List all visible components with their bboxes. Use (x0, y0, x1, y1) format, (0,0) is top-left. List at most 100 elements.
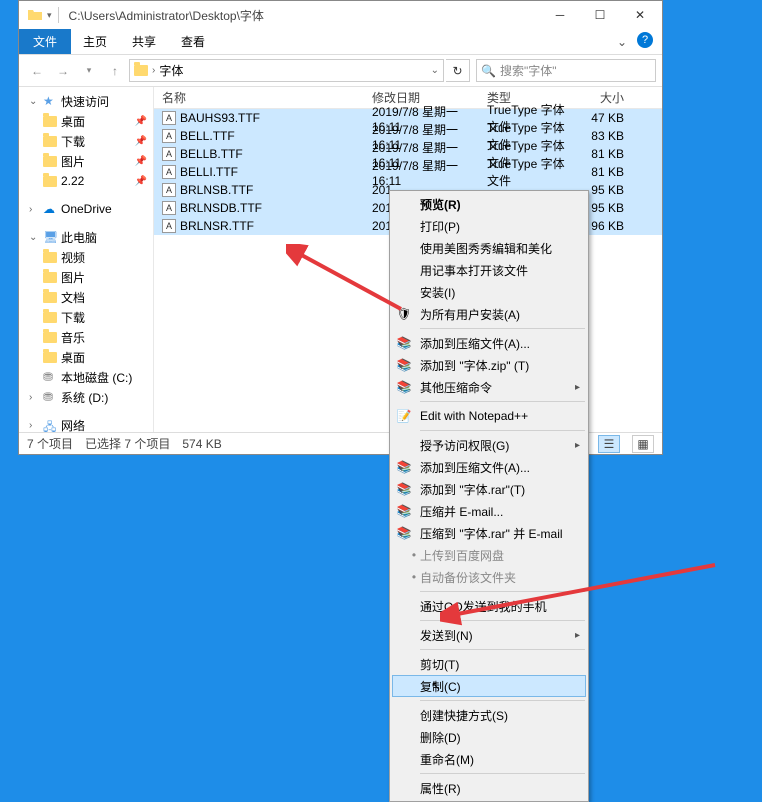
font-file-icon: A (162, 111, 176, 125)
window-folder-icon (27, 7, 43, 23)
menu-item[interactable]: 📚添加到压缩文件(A)... (392, 332, 586, 354)
menu-item[interactable]: 📚其他压缩命令▸ (392, 376, 586, 398)
folder-icon (43, 176, 57, 187)
menu-item[interactable]: 剪切(T) (392, 653, 586, 675)
tab-share[interactable]: 共享 (120, 29, 169, 54)
maximize-button[interactable]: ☐ (580, 1, 620, 29)
archive-icon: 📚 (396, 335, 412, 351)
view-icons-button[interactable]: ▦ (632, 435, 654, 453)
sidebar-item-desktop[interactable]: 桌面📌 (19, 111, 153, 131)
pc-icon: 🖥 (43, 230, 57, 244)
font-file-icon: A (162, 219, 176, 233)
folder-icon (43, 312, 57, 323)
pin-icon: 📌 (135, 176, 147, 187)
sidebar-item-videos[interactable]: 视频 (19, 247, 153, 267)
col-size[interactable]: 大小 (574, 89, 634, 106)
help-button[interactable]: ? (634, 29, 656, 51)
pin-icon: 📌 (135, 136, 147, 147)
menu-item[interactable]: 使用美图秀秀编辑和美化 (392, 237, 586, 259)
menu-item[interactable]: 📚压缩到 "字体.rar" 并 E-mail (392, 522, 586, 544)
breadcrumb[interactable]: › 字体 ⌄ (129, 59, 444, 82)
search-input[interactable]: 🔍 搜索"字体" (476, 59, 656, 82)
table-row[interactable]: ABELLI.TTF2019/7/8 星期一 16:11TrueType 字体文… (154, 163, 662, 181)
menu-item[interactable]: •上传到百度网盘 (392, 544, 586, 566)
menu-item[interactable]: 打印(P) (392, 215, 586, 237)
down-arrow-icon[interactable]: ▾ (47, 10, 52, 21)
sidebar-item-drive-d[interactable]: ›⛃系统 (D:) (19, 387, 153, 407)
view-details-button[interactable]: ☰ (598, 435, 620, 453)
refresh-button[interactable]: ↻ (446, 59, 470, 82)
search-icon: 🔍 (481, 64, 496, 78)
ribbon-expand-button[interactable]: ⌄ (610, 29, 634, 54)
breadcrumb-item[interactable]: 字体 (159, 62, 183, 79)
archive-icon: 📚 (396, 525, 412, 541)
network-icon: 🖧 (43, 418, 57, 432)
drive-icon: ⛃ (43, 370, 57, 384)
notepad-icon: 📝 (396, 408, 412, 424)
cloud-icon: ☁ (43, 202, 57, 216)
menu-item[interactable]: 预览(R) (392, 193, 586, 215)
minimize-button[interactable]: ─ (540, 1, 580, 29)
menu-item[interactable]: 删除(D) (392, 726, 586, 748)
folder-icon (43, 136, 57, 147)
menu-item[interactable]: 通过QQ发送到我的手机 (392, 595, 586, 617)
menu-item[interactable]: 📝Edit with Notepad++ (392, 405, 586, 427)
archive-icon: 📚 (396, 481, 412, 497)
menu-item[interactable]: •自动备份该文件夹 (392, 566, 586, 588)
sidebar-item-downloads[interactable]: 下载📌 (19, 131, 153, 151)
archive-icon: 📚 (396, 503, 412, 519)
titlebar: ▾ C:\Users\Administrator\Desktop\字体 ─ ☐ … (19, 1, 662, 29)
chevron-down-icon[interactable]: ⌄ (431, 65, 439, 76)
sidebar-item-downloads2[interactable]: 下载 (19, 307, 153, 327)
folder-icon (43, 352, 57, 363)
menu-item[interactable]: 属性(R) (392, 777, 586, 799)
context-menu: 预览(R)打印(P)使用美图秀秀编辑和美化用记事本打开该文件安装(I)🛡为所有用… (389, 190, 589, 802)
menu-item[interactable]: 安装(I) (392, 281, 586, 303)
sidebar-item-music[interactable]: 音乐 (19, 327, 153, 347)
up-button[interactable]: ↑ (103, 59, 127, 83)
menu-item[interactable]: 复制(C)↖ (392, 675, 586, 697)
menu-item[interactable]: 创建快捷方式(S) (392, 704, 586, 726)
menu-item[interactable]: 📚添加到 "字体.zip" (T) (392, 354, 586, 376)
menu-item[interactable]: 📚压缩并 E-mail... (392, 500, 586, 522)
sidebar-this-pc[interactable]: ⌄🖥此电脑 (19, 227, 153, 247)
folder-icon (43, 156, 57, 167)
menu-item[interactable]: 🛡为所有用户安装(A) (392, 303, 586, 325)
sidebar: ⌄★ 快速访问 桌面📌 下载📌 图片📌 2.22📌 ›☁OneDrive ⌄🖥此… (19, 87, 154, 432)
sidebar-network[interactable]: ›🖧网络 (19, 415, 153, 432)
menu-item[interactable]: 发送到(N)▸ (392, 624, 586, 646)
sidebar-item-desktop2[interactable]: 桌面 (19, 347, 153, 367)
sidebar-item-pictures[interactable]: 图片📌 (19, 151, 153, 171)
menu-item[interactable]: 📚添加到压缩文件(A)... (392, 456, 586, 478)
menu-item[interactable]: 重命名(M) (392, 748, 586, 770)
archive-icon: 📚 (396, 357, 412, 373)
font-file-icon: A (162, 201, 176, 215)
sidebar-item-drive-c[interactable]: ⛃本地磁盘 (C:) (19, 367, 153, 387)
folder-icon (43, 292, 57, 303)
menu-item[interactable]: 用记事本打开该文件 (392, 259, 586, 281)
navbar: ← → ▾ ↑ › 字体 ⌄ ↻ 🔍 搜索"字体" (19, 55, 662, 87)
pin-icon: 📌 (135, 116, 147, 127)
back-button[interactable]: ← (25, 59, 49, 83)
sidebar-item-pictures2[interactable]: 图片 (19, 267, 153, 287)
close-button[interactable]: ✕ (620, 1, 660, 29)
forward-button[interactable]: → (51, 59, 75, 83)
col-name[interactable]: 名称 (154, 89, 364, 106)
archive-icon: 📚 (396, 379, 412, 395)
ribbon-tabs: 文件 主页 共享 查看 ⌄ ? (19, 29, 662, 55)
menu-item[interactable]: 授予访问权限(G)▸ (392, 434, 586, 456)
sidebar-onedrive[interactable]: ›☁OneDrive (19, 199, 153, 219)
chevron-right-icon: ▸ (575, 630, 580, 641)
tab-view[interactable]: 查看 (169, 29, 218, 54)
sidebar-item-documents[interactable]: 文档 (19, 287, 153, 307)
history-dropdown[interactable]: ▾ (77, 59, 101, 83)
tab-home[interactable]: 主页 (71, 29, 120, 54)
chevron-right-icon: › (152, 65, 155, 76)
chevron-right-icon: ▸ (575, 382, 580, 393)
sidebar-quick-access[interactable]: ⌄★ 快速访问 (19, 91, 153, 111)
sidebar-item-custom[interactable]: 2.22📌 (19, 171, 153, 191)
menu-item[interactable]: 📚添加到 "字体.rar"(T) (392, 478, 586, 500)
drive-icon: ⛃ (43, 390, 57, 404)
cursor-icon: ↖ (431, 679, 441, 693)
file-tab[interactable]: 文件 (19, 29, 71, 54)
